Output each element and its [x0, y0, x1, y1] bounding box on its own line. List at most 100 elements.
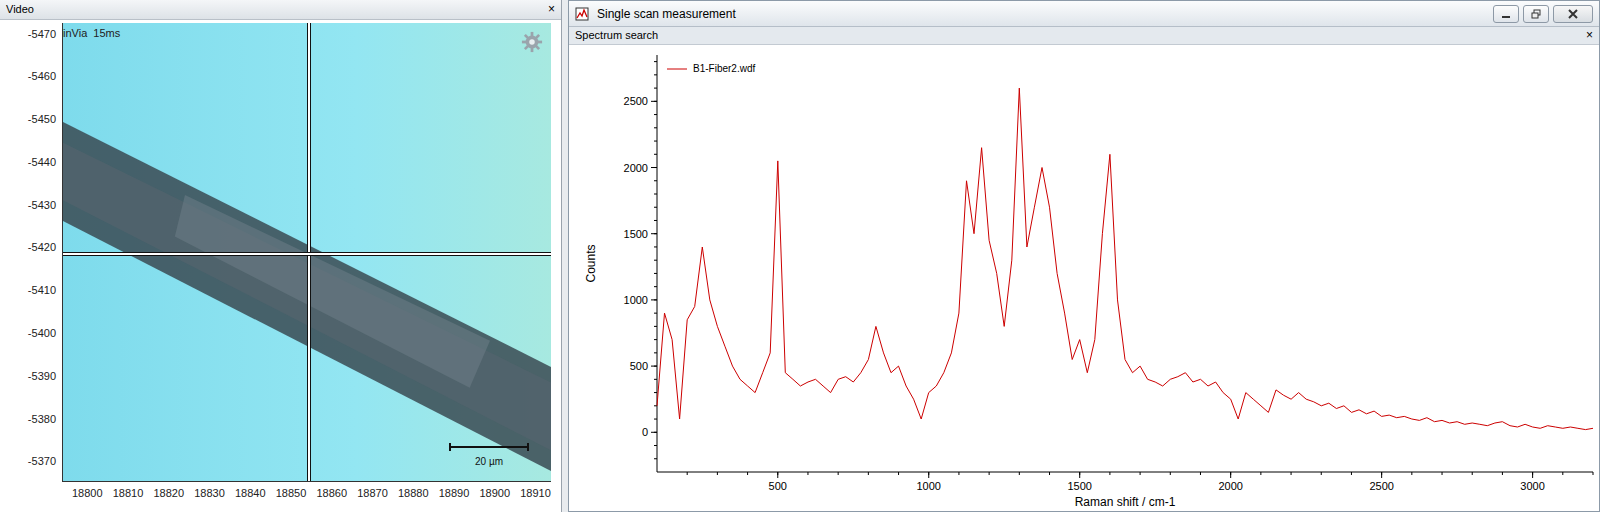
y-tick-label: -5470: [0, 26, 56, 43]
y-tick-label: -5380: [0, 411, 56, 428]
y-tick-label: -5410: [0, 282, 56, 299]
y-tick-label: -5400: [0, 325, 56, 342]
subpanel-header: Spectrum search ×: [569, 27, 1599, 45]
y-minor-tick: [654, 180, 657, 181]
y-minor-tick: [654, 458, 657, 459]
y-tick-label: -5430: [0, 197, 56, 214]
y-minor-tick: [654, 418, 657, 419]
y-tick-label: 500: [630, 360, 648, 372]
video-close-button[interactable]: ×: [548, 3, 555, 15]
scale-bar: 20 µm: [449, 443, 529, 469]
window-titlebar: Single scan measurement: [569, 1, 1599, 27]
chart-canvas: 0500100015002000250050010001500200025003…: [569, 45, 1599, 512]
x-minor-tick: [807, 472, 808, 475]
video-x-axis: 1880018810188201883018840188501886018870…: [62, 482, 551, 512]
x-minor-tick: [1411, 472, 1412, 475]
x-tick-label: 1000: [916, 480, 940, 492]
x-minor-tick: [1049, 472, 1050, 475]
x-tick-label: 18890: [439, 485, 470, 512]
x-major-tick: [1079, 472, 1080, 478]
legend-label: B1-Fiber2.wdf: [693, 63, 755, 74]
close-icon: [1568, 9, 1578, 19]
y-major-tick: [651, 431, 657, 432]
x-minor-tick: [838, 472, 839, 475]
video-overlay-label: inVia 15ms: [63, 25, 120, 42]
y-minor-tick: [654, 87, 657, 88]
y-axis-title: Counts: [584, 244, 598, 282]
x-tick-label: 18870: [357, 485, 388, 512]
y-minor-tick: [654, 339, 657, 340]
x-minor-tick: [958, 472, 959, 475]
x-tick-label: 3000: [1520, 480, 1544, 492]
x-minor-tick: [1562, 472, 1563, 475]
x-minor-tick: [1442, 472, 1443, 475]
y-major-tick: [651, 233, 657, 234]
video-y-axis: -5470-5460-5450-5440-5430-5420-5410-5400…: [0, 23, 62, 483]
gear-icon[interactable]: [521, 31, 543, 53]
spectrum-chart: 0500100015002000250050010001500200025003…: [569, 45, 1599, 512]
app-root: Video × -5470-5460-5450-5440-5430-5420-5…: [0, 0, 1600, 512]
x-minor-tick: [1502, 472, 1503, 475]
x-minor-tick: [898, 472, 899, 475]
y-minor-tick: [654, 206, 657, 207]
x-minor-tick: [1260, 472, 1261, 475]
y-tick-label: -5440: [0, 154, 56, 171]
x-major-tick: [928, 472, 929, 478]
x-minor-tick: [1593, 472, 1594, 475]
x-minor-tick: [747, 472, 748, 475]
video-frame[interactable]: inVia 15ms 20 µm: [62, 23, 551, 483]
y-tick-label: 1500: [624, 227, 648, 239]
x-tick-label: 18880: [398, 485, 429, 512]
y-minor-tick: [654, 392, 657, 393]
x-minor-tick: [1140, 472, 1141, 475]
y-tick-label: 2000: [624, 161, 648, 173]
window-controls: [1493, 5, 1593, 23]
y-minor-tick: [654, 312, 657, 313]
subpanel-close-button[interactable]: ×: [1586, 29, 1593, 41]
y-major-tick: [651, 365, 657, 366]
x-minor-tick: [868, 472, 869, 475]
x-minor-tick: [1170, 472, 1171, 475]
crosshair-horizontal: [63, 252, 551, 256]
y-major-tick: [651, 167, 657, 168]
y-major-tick: [651, 299, 657, 300]
restore-button[interactable]: [1523, 5, 1549, 23]
y-tick-label: -5420: [0, 239, 56, 256]
axis-corner: [0, 482, 62, 512]
y-minor-tick: [654, 246, 657, 247]
x-tick-label: 500: [769, 480, 787, 492]
video-panel: Video × -5470-5460-5450-5440-5430-5420-5…: [0, 0, 562, 512]
minimize-button[interactable]: [1493, 5, 1519, 23]
x-minor-tick: [687, 472, 688, 475]
x-tick-label: 2500: [1369, 480, 1393, 492]
x-minor-tick: [1351, 472, 1352, 475]
x-tick-label: 18860: [317, 485, 348, 512]
y-minor-tick: [654, 219, 657, 220]
video-header: Video ×: [0, 0, 561, 20]
scale-bar-label: 20 µm: [475, 456, 503, 467]
x-tick-label: 18830: [194, 485, 225, 512]
x-minor-tick: [1291, 472, 1292, 475]
y-minor-tick: [654, 378, 657, 379]
x-minor-tick: [1200, 472, 1201, 475]
window-title: Single scan measurement: [597, 5, 1485, 23]
x-axis-title: Raman shift / cm-1: [1075, 495, 1176, 509]
y-minor-tick: [654, 272, 657, 273]
y-tick-label: 0: [642, 426, 648, 438]
x-major-tick: [777, 472, 778, 478]
y-minor-tick: [654, 114, 657, 115]
subpanel-title: Spectrum search: [575, 27, 658, 44]
y-tick-label: -5450: [0, 111, 56, 128]
restore-icon: [1531, 9, 1541, 19]
x-minor-tick: [1109, 472, 1110, 475]
y-major-tick: [651, 100, 657, 101]
close-button[interactable]: [1553, 5, 1593, 23]
y-minor-tick: [654, 61, 657, 62]
y-minor-tick: [654, 140, 657, 141]
x-major-tick: [1230, 472, 1231, 478]
y-minor-tick: [654, 127, 657, 128]
y-minor-tick: [654, 74, 657, 75]
minimize-icon: [1501, 9, 1511, 19]
window-app-icon: [575, 7, 589, 21]
x-tick-label: 18810: [113, 485, 144, 512]
